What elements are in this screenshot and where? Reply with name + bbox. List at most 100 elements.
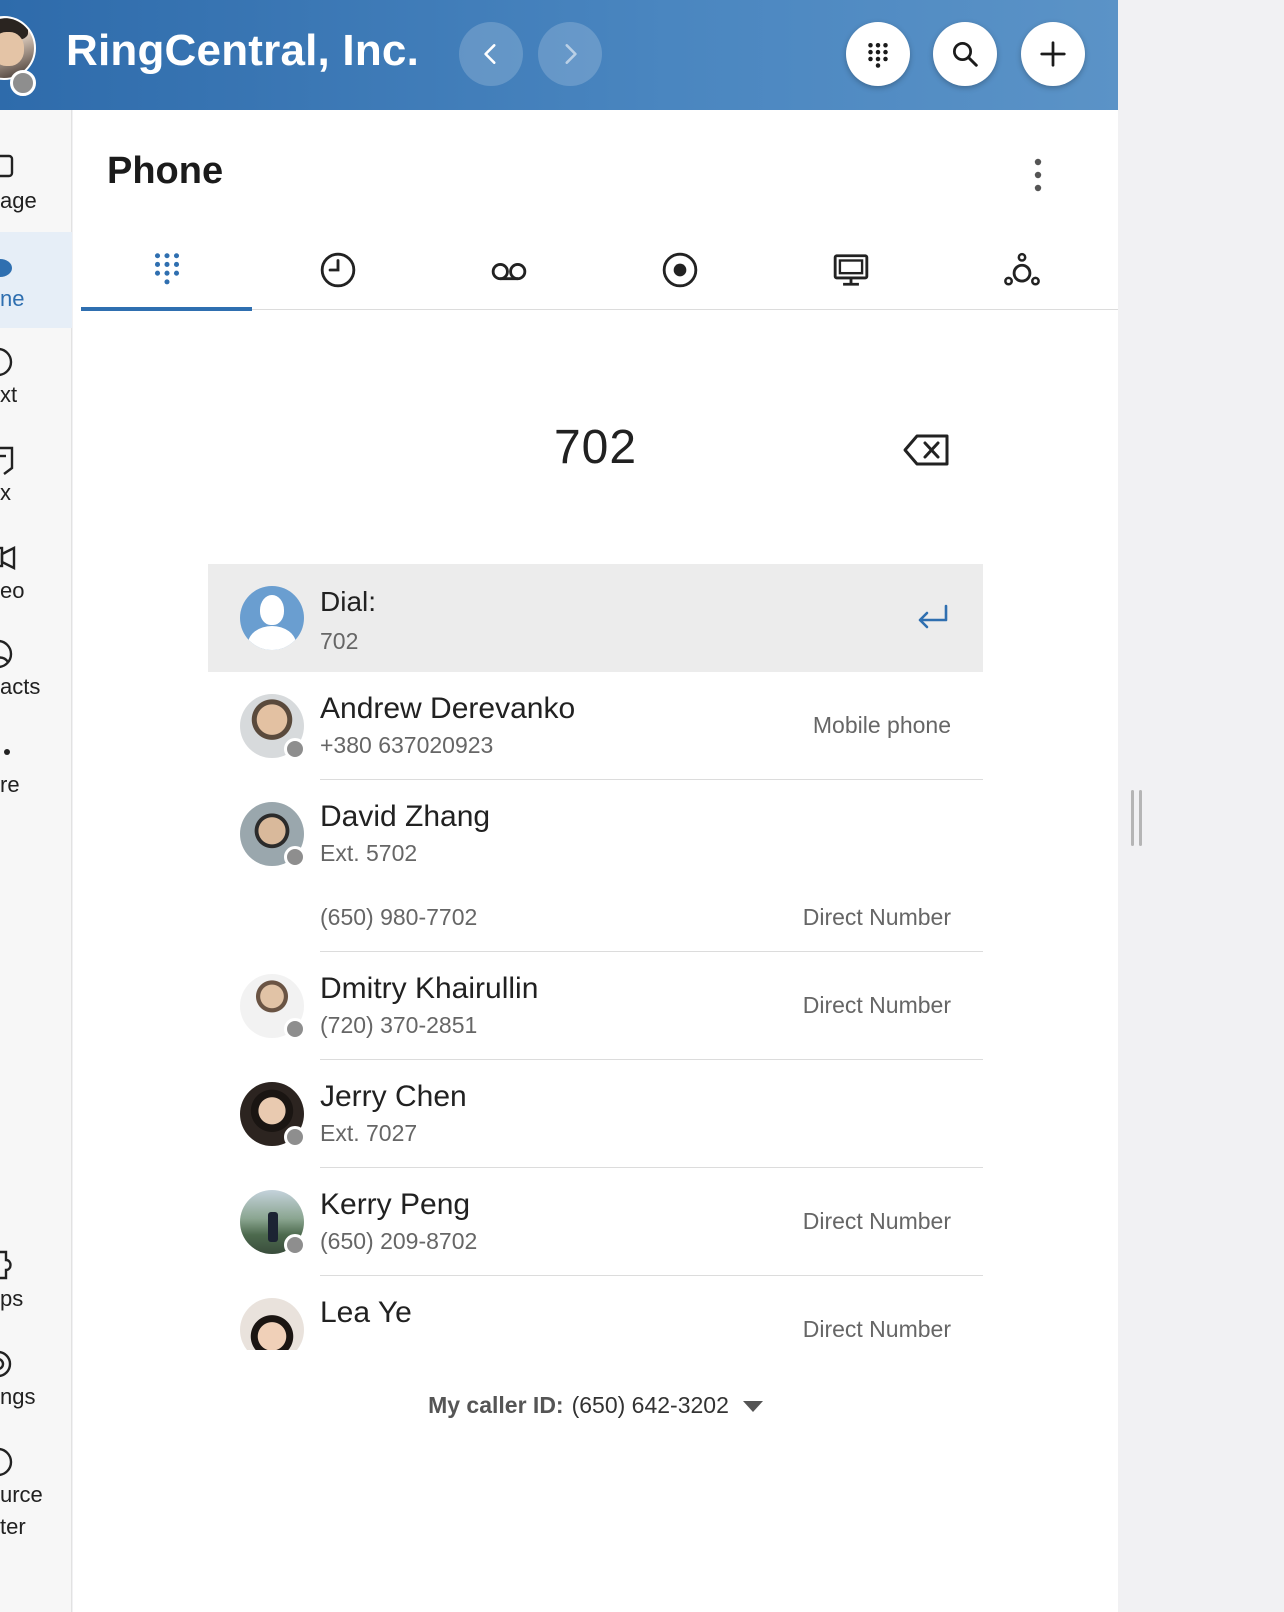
left-navigation: age ne xt x eo acts re ps ngs urce ter	[0, 110, 72, 1612]
search-icon	[953, 42, 978, 67]
dialpad-icon	[154, 253, 179, 285]
contact-number: (650) 209-8702	[320, 1228, 478, 1254]
nav-label: eo	[0, 578, 25, 603]
tab-call-queues[interactable]	[936, 230, 1107, 310]
number-type: Mobile phone	[812, 712, 951, 738]
more-options-button[interactable]	[1023, 150, 1053, 200]
record-icon	[662, 252, 697, 288]
enter-icon	[918, 604, 948, 629]
presence-indicator	[284, 738, 306, 760]
app-window: RingCentral, Inc. age ne xt x eo acts re…	[0, 0, 1284, 1612]
contact-number: Ext. 5702	[320, 840, 418, 866]
contacts-icon	[0, 639, 13, 669]
nav-item-fax[interactable]: x	[0, 426, 72, 522]
nav-item-apps[interactable]: ps	[0, 1232, 72, 1328]
nav-item-text[interactable]: xt	[0, 328, 72, 424]
nav-label: xt	[0, 382, 18, 407]
nav-item-message[interactable]: age	[0, 134, 72, 230]
tab-voicemail[interactable]	[423, 230, 594, 310]
contact-name: Lea Ye	[320, 1296, 412, 1329]
phone-icon	[0, 259, 12, 277]
nav-label-line2: ter	[0, 1514, 26, 1539]
nav-item-settings[interactable]: ngs	[0, 1330, 72, 1426]
forward-button[interactable]	[538, 22, 602, 86]
page-title: Phone	[107, 150, 224, 192]
caller-id-selector[interactable]: My caller ID: (650) 642-3202	[73, 1392, 1118, 1419]
tab-dialpad[interactable]	[81, 230, 252, 311]
tab-call-history[interactable]	[252, 230, 423, 310]
presence-indicator	[284, 1018, 306, 1040]
contact-name: David Zhang	[320, 800, 491, 833]
dialpad-button[interactable]	[846, 22, 910, 86]
nav-item-resource-center[interactable]: urce ter	[0, 1428, 72, 1558]
nav-label: age	[0, 188, 37, 213]
plus-icon	[1040, 41, 1066, 67]
more-vertical-icon	[1034, 158, 1042, 192]
presence-indicator	[10, 70, 36, 96]
nav-item-phone[interactable]: ne	[0, 232, 72, 328]
caller-id-label: My caller ID:	[428, 1392, 564, 1418]
nav-item-video[interactable]: eo	[0, 524, 72, 620]
dial-number-input[interactable]: 702	[73, 420, 1118, 475]
dialpad-icon	[868, 43, 888, 68]
tab-recordings[interactable]	[594, 230, 765, 310]
number-type: Direct Number	[802, 1208, 951, 1234]
caret-down-icon	[742, 1401, 763, 1413]
nav-item-contacts[interactable]: acts	[0, 620, 72, 716]
voicemail-icon	[491, 263, 526, 281]
avatar	[240, 1298, 304, 1350]
video-icon	[0, 546, 16, 570]
contact-name: Jerry Chen	[320, 1080, 467, 1113]
fax-icon	[0, 446, 14, 475]
number-type: Direct Number	[802, 1316, 951, 1342]
number-type: Direct Number	[802, 904, 951, 930]
more-icon	[4, 749, 10, 755]
list-item[interactable]: Dmitry Khairullin (720) 370-2851 Direct …	[208, 952, 983, 1060]
apps-icon	[0, 1250, 12, 1280]
search-button[interactable]	[933, 22, 997, 86]
backspace-icon[interactable]	[903, 432, 951, 468]
presence-indicator	[284, 846, 306, 868]
back-button[interactable]	[459, 22, 523, 86]
list-item[interactable]: David Zhang Ext. 5702 (650) 980-7702 Dir…	[208, 780, 983, 952]
clock-icon	[320, 252, 355, 288]
top-header: RingCentral, Inc.	[0, 0, 1118, 110]
contact-name: Andrew Derevanko	[320, 692, 576, 725]
list-item[interactable]: Jerry Chen Ext. 7027	[208, 1060, 983, 1168]
nav-label: urce	[0, 1482, 43, 1507]
presence-indicator	[284, 1126, 306, 1148]
presence-indicator	[284, 1234, 306, 1256]
dial-label: Dial:	[320, 586, 377, 617]
contact-number: +380 637020923	[320, 732, 494, 758]
nav-label: ngs	[0, 1384, 36, 1409]
nav-label: acts	[0, 674, 41, 699]
nav-label: re	[0, 772, 20, 797]
queue-icon	[1003, 252, 1040, 286]
dial-suggestion-row[interactable]: Dial: 702	[208, 564, 983, 672]
contact-number-secondary[interactable]: (650) 980-7702	[320, 904, 477, 931]
nav-item-more[interactable]: re	[0, 718, 72, 814]
contact-name: Kerry Peng	[320, 1188, 471, 1221]
caller-id-value: (650) 642-3202	[571, 1392, 729, 1418]
number-type: Direct Number	[802, 992, 951, 1018]
contact-number: Ext. 7027	[320, 1120, 418, 1146]
list-item[interactable]: Kerry Peng (650) 209-8702 Direct Number	[208, 1168, 983, 1276]
default-avatar-icon	[240, 586, 304, 650]
add-button[interactable]	[1021, 22, 1085, 86]
nav-label: x	[0, 480, 11, 505]
nav-label: ne	[0, 286, 25, 311]
tab-fax[interactable]	[765, 230, 936, 310]
monitor-icon	[833, 254, 868, 286]
search-results-list: Dial: 702 Andrew Derevanko +380 63702092…	[208, 564, 983, 1350]
dial-number: 702	[320, 628, 359, 654]
contact-number: (720) 370-2851	[320, 1012, 478, 1038]
panel-resize-handle[interactable]	[1131, 790, 1145, 846]
list-item[interactable]: Andrew Derevanko +380 637020923 Mobile p…	[208, 672, 983, 780]
settings-icon	[0, 1350, 12, 1378]
phone-tabs	[81, 230, 1118, 311]
resource-center-icon	[0, 1447, 13, 1477]
chevron-left-icon	[484, 44, 496, 64]
message-icon	[0, 154, 14, 178]
text-icon	[0, 347, 13, 377]
list-item[interactable]: Lea Ye Direct Number	[208, 1276, 983, 1350]
